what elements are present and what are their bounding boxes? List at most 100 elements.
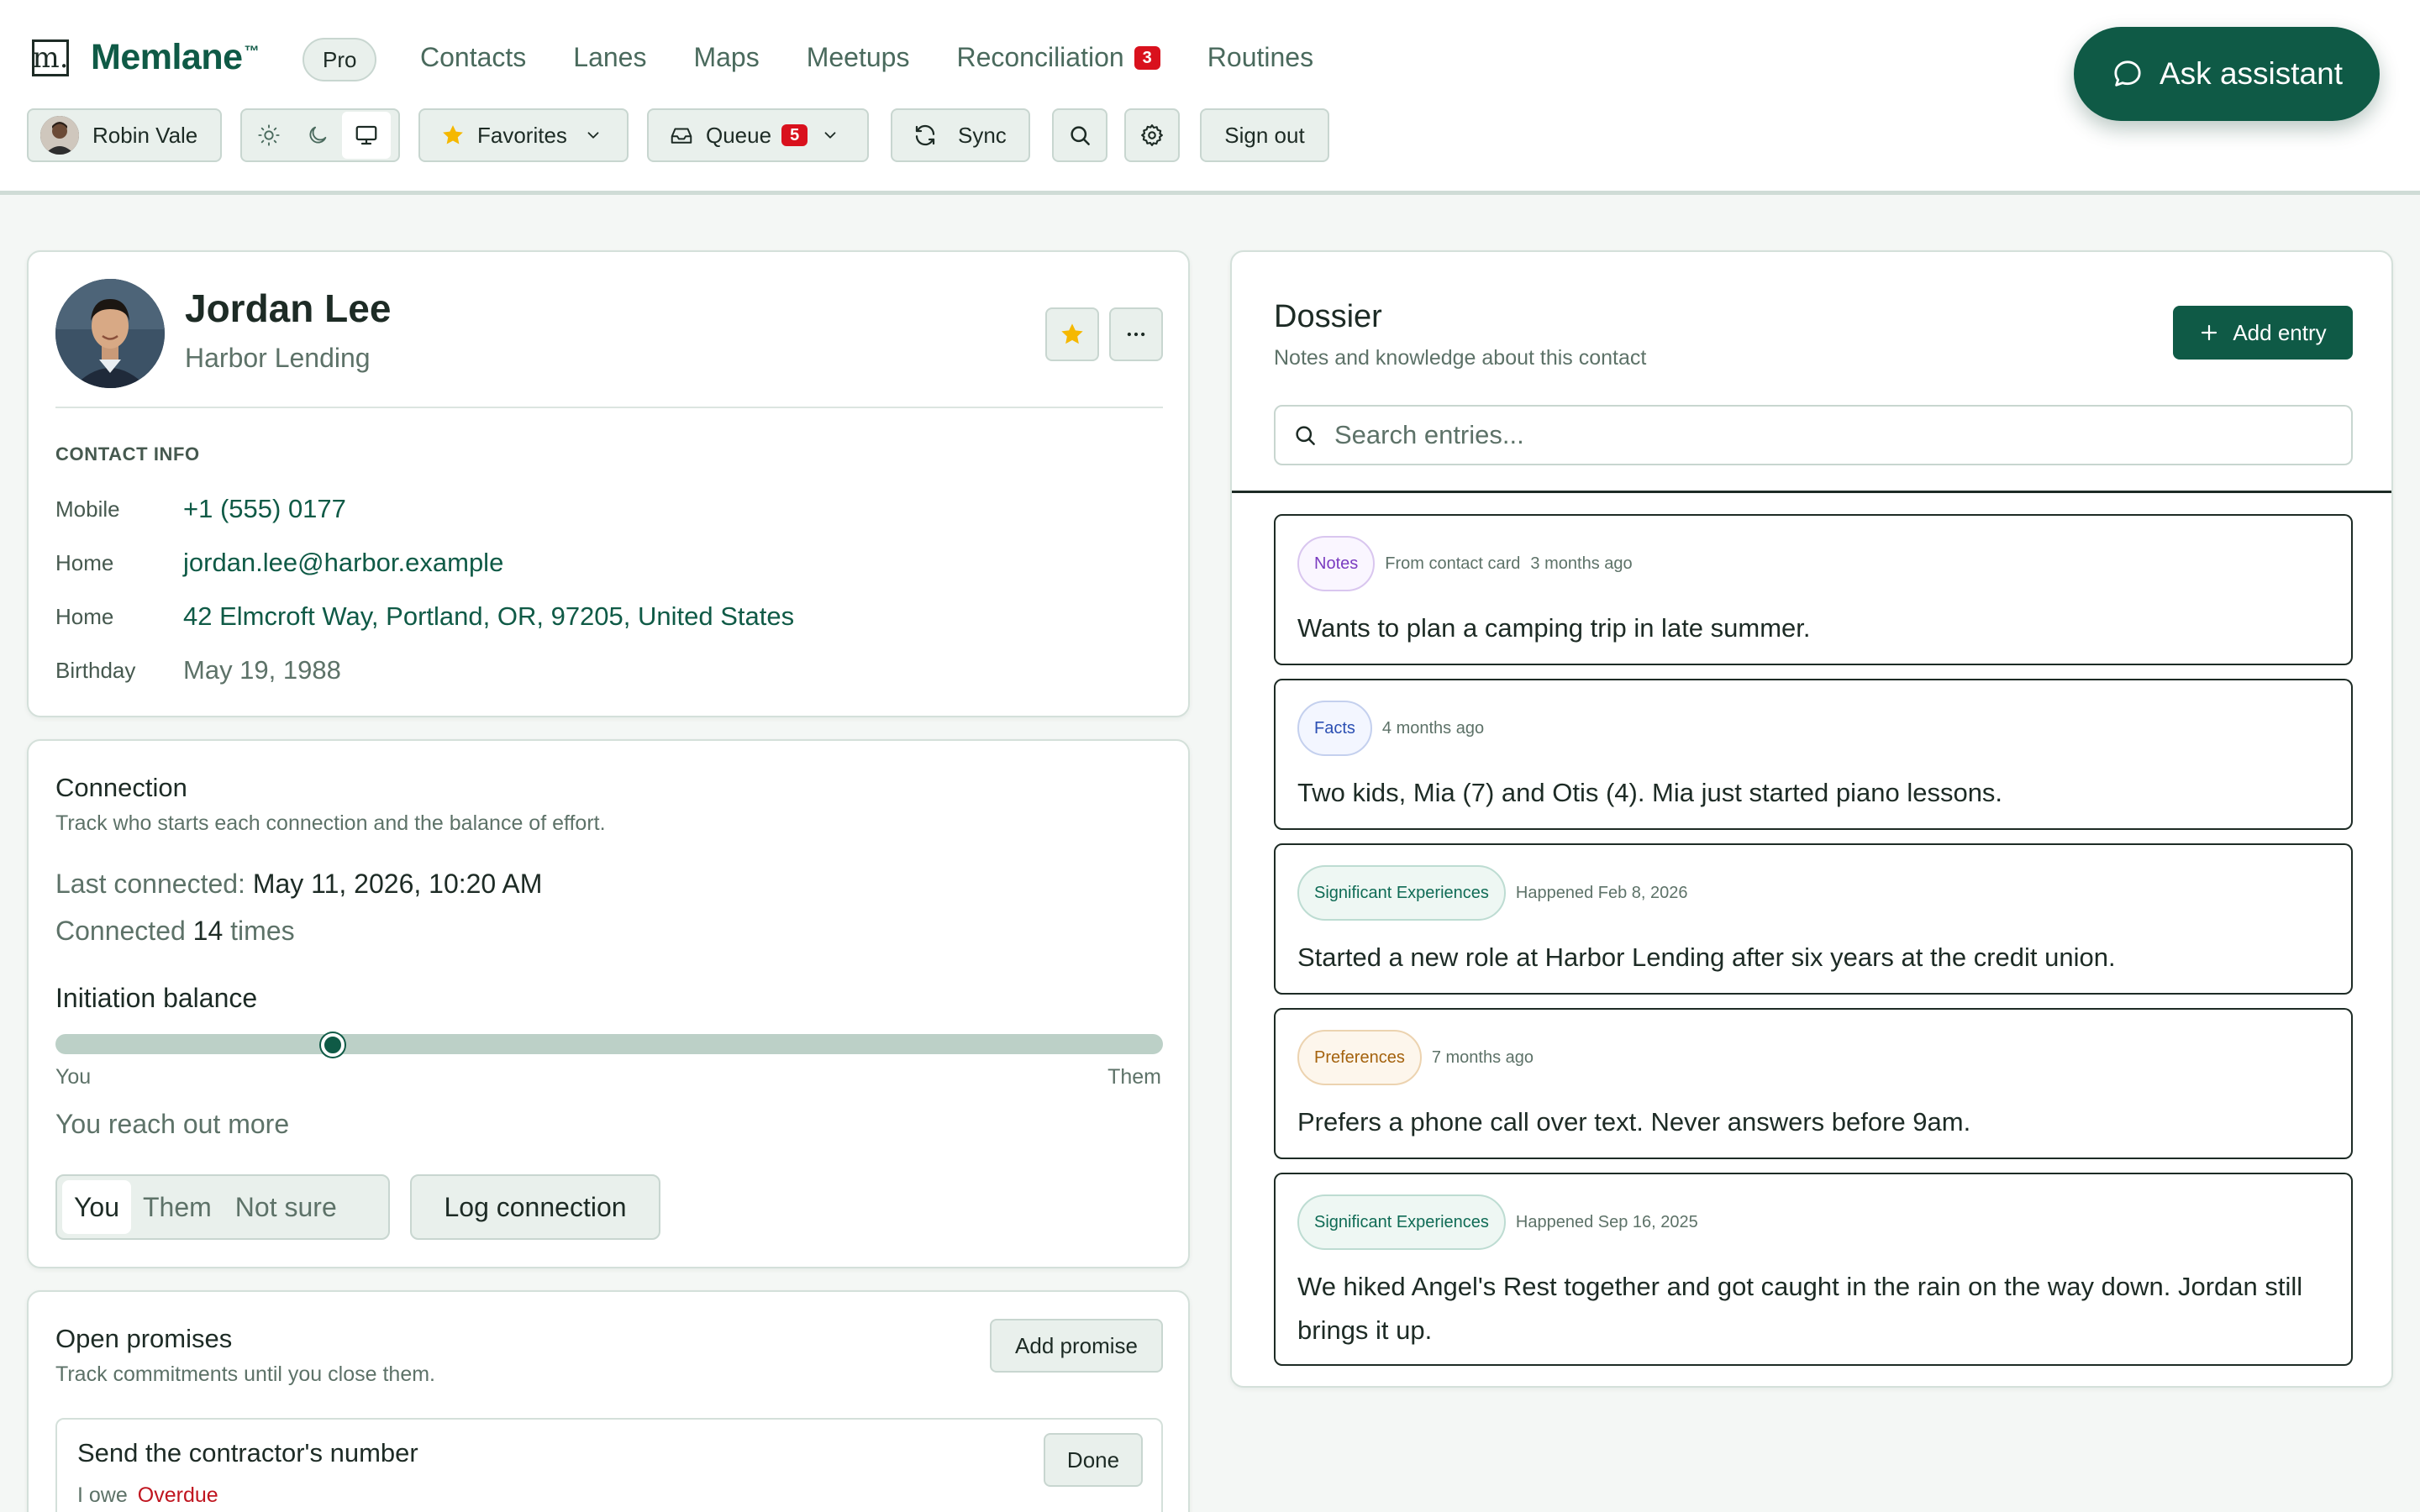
search-button[interactable] (1052, 108, 1107, 162)
dossier-entry[interactable]: Preferences 7 months ago Prefers a phone… (1274, 1008, 2353, 1159)
promise-direction: I owe (77, 1483, 128, 1507)
balance-right-label: Them (1107, 1065, 1161, 1089)
chevron-down-icon (587, 132, 599, 139)
theme-light-option[interactable] (245, 112, 293, 159)
star-icon (1061, 323, 1083, 344)
entry-tag-facts: Facts (1297, 701, 1372, 756)
nav-label: Lanes (573, 42, 647, 72)
initiation-balance-heading: Initiation balance (55, 983, 258, 1013)
app-header: m. Memlane ™ Pro Contacts Lanes Maps Meet… (0, 0, 2420, 195)
queue-dropdown[interactable]: Queue 5 (647, 108, 869, 162)
address-link[interactable]: 42 Elmcroft Way, Portland, OR, 97205, Un… (183, 601, 794, 632)
initiator-them-option[interactable]: Them (131, 1180, 224, 1234)
moon-icon (309, 126, 327, 144)
connection-subtitle: Track who starts each connection and the… (55, 811, 606, 835)
nav-item-maps[interactable]: Maps (693, 42, 759, 73)
entry-timestamp: 7 months ago (1431, 1047, 1534, 1067)
brand-name: Memlane ™ (91, 37, 260, 78)
entry-source: From contact card (1385, 554, 1521, 573)
contact-info-row: Home jordan.lee@harbor.example (55, 548, 503, 578)
user-avatar (40, 116, 79, 155)
contact-info-row: Home 42 Elmcroft Way, Portland, OR, 9720… (55, 601, 794, 632)
ask-assistant-label: Ask assistant (2160, 56, 2343, 91)
user-menu-button[interactable]: Robin Vale (27, 108, 222, 162)
count-suffix: times (230, 916, 295, 946)
dossier-search-input[interactable] (1334, 420, 2326, 450)
dossier-card: Dossier Notes and knowledge about this c… (1230, 250, 2393, 1388)
sign-out-button[interactable]: Sign out (1200, 108, 1329, 162)
last-connected-value: May 11, 2026, 10:20 AM (252, 869, 543, 899)
ask-assistant-button[interactable]: Ask assistant (2074, 27, 2380, 121)
entry-meta: Significant Experiences Happened Sep 16,… (1297, 1194, 1698, 1250)
plan-badge: Pro (302, 38, 377, 81)
dossier-entry[interactable]: Facts 4 months ago Two kids, Mia (7) and… (1274, 679, 2353, 830)
monitor-icon (355, 125, 377, 145)
logo: m. (32, 39, 69, 76)
entry-timestamp: 4 months ago (1381, 718, 1485, 738)
nav-label: Meetups (806, 42, 910, 72)
entry-tag-significant-experiences: Significant Experiences (1297, 1194, 1506, 1250)
dossier-entry[interactable]: Significant Experiences Happened Feb 8, … (1274, 843, 2353, 995)
queue-count-badge: 5 (781, 124, 808, 146)
promises-subtitle: Track commitments until you close them. (55, 1362, 435, 1386)
favorite-toggle-button[interactable] (1045, 307, 1099, 361)
log-connection-button[interactable]: Log connection (410, 1174, 660, 1240)
theme-dark-option[interactable] (293, 112, 342, 159)
more-options-button[interactable] (1109, 307, 1163, 361)
contact-name: Jordan Lee (185, 286, 392, 330)
initiator-not-sure-option[interactable]: Not sure (224, 1180, 349, 1234)
entry-tag-significant-experiences: Significant Experiences (1297, 865, 1506, 921)
email-link[interactable]: jordan.lee@harbor.example (183, 548, 503, 578)
nav-item-reconciliation[interactable]: Reconciliation 3 (956, 42, 1160, 73)
balance-summary: You reach out more (55, 1109, 290, 1139)
initiator-you-option[interactable]: You (62, 1180, 131, 1234)
entry-meta: Facts 4 months ago (1297, 701, 1484, 756)
sync-button[interactable]: Sync (891, 108, 1030, 162)
nav-item-meetups[interactable]: Meetups (807, 42, 910, 73)
search-icon (1071, 126, 1090, 145)
add-promise-button[interactable]: Add promise (990, 1319, 1163, 1373)
nav-label: Contacts (420, 42, 527, 72)
chevron-down-icon (824, 132, 836, 139)
favorites-label: Favorites (477, 122, 567, 148)
dossier-entry[interactable]: Notes From contact card 3 months ago Wan… (1274, 514, 2353, 665)
initiation-balance-track[interactable] (55, 1034, 1163, 1054)
mobile-phone-link[interactable]: +1 (555) 0177 (183, 494, 346, 524)
add-entry-button[interactable]: Add entry (2173, 306, 2353, 360)
gear-icon (1141, 124, 1163, 146)
nav-label: Routines (1207, 42, 1314, 72)
user-name: Robin Vale (92, 122, 198, 148)
dossier-divider (1232, 491, 2391, 493)
chat-bubble-icon (2114, 60, 2141, 87)
contact-info-row: Birthday May 19, 1988 (55, 655, 341, 685)
main-nav: Contacts Lanes Maps Meetups Reconciliati… (420, 42, 1360, 73)
settings-button[interactable] (1124, 108, 1180, 162)
brand[interactable]: m. Memlane ™ (32, 37, 260, 78)
dossier-search (1274, 405, 2353, 465)
nav-item-contacts[interactable]: Contacts (420, 42, 526, 73)
last-connected: Last connected: May 11, 2026, 10:20 AM (55, 869, 542, 900)
profile-divider (55, 407, 1163, 408)
add-entry-label: Add entry (2233, 319, 2327, 345)
nav-item-lanes[interactable]: Lanes (573, 42, 646, 73)
entry-meta: Significant Experiences Happened Feb 8, … (1297, 865, 1688, 921)
open-promises-card: Open promises Track commitments until yo… (27, 1290, 1190, 1512)
initiation-balance-thumb[interactable] (320, 1033, 345, 1057)
entry-tag-preferences: Preferences (1297, 1030, 1422, 1085)
connection-count: Connected 14 times (55, 916, 295, 947)
dossier-subtitle: Notes and knowledge about this contact (1274, 346, 1647, 370)
nav-item-routines[interactable]: Routines (1207, 42, 1313, 73)
brand-name-text: Memlane (91, 37, 243, 77)
favorites-dropdown[interactable]: Favorites (418, 108, 629, 162)
count-value: 14 (192, 916, 224, 946)
sync-label: Sync (958, 122, 1007, 148)
connection-title: Connection (55, 773, 187, 802)
dossier-entry[interactable]: Significant Experiences Happened Sep 16,… (1274, 1173, 2353, 1366)
initiator-selector: You Them Not sure (55, 1174, 390, 1240)
contact-info-row: Mobile +1 (555) 0177 (55, 494, 346, 524)
theme-system-option[interactable] (342, 112, 391, 159)
entry-text: Prefers a phone call over text. Never an… (1297, 1107, 1971, 1137)
promise-done-button[interactable]: Done (1044, 1433, 1143, 1487)
refresh-icon (915, 124, 935, 146)
overdue-status: Overdue (137, 1483, 218, 1507)
